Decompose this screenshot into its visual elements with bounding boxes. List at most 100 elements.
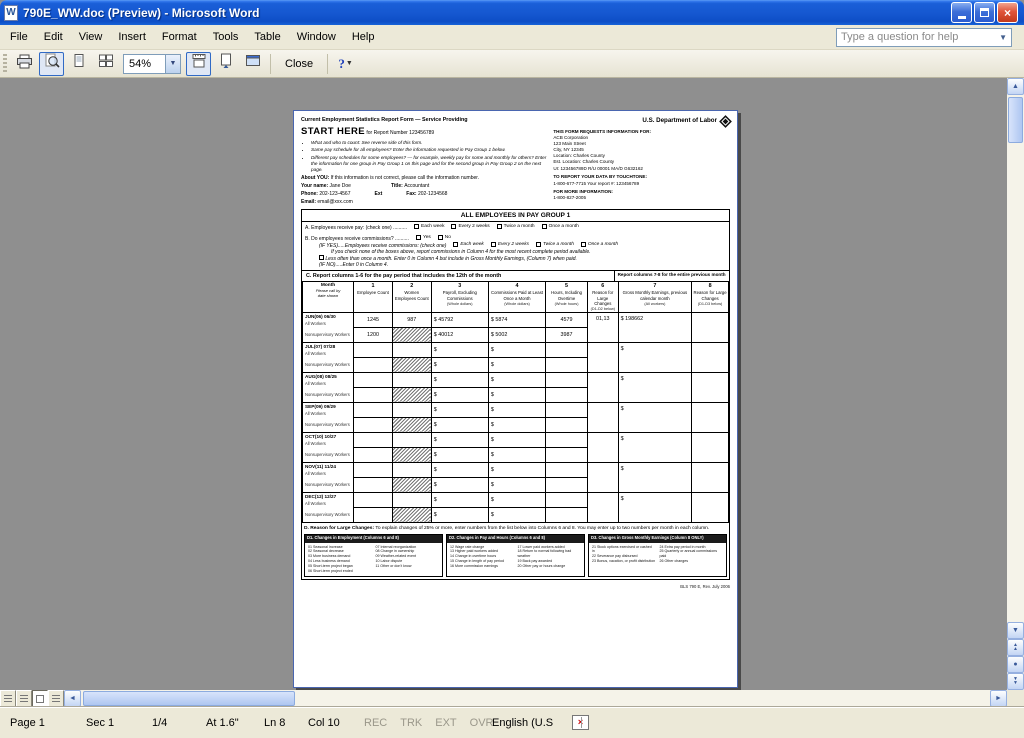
status-flag[interactable]: EXT [435, 717, 456, 729]
commission-frequency-option[interactable]: Twice a month [536, 242, 574, 247]
data-cell[interactable] [546, 507, 588, 522]
scroll-up-button[interactable]: ▲ [1007, 78, 1024, 95]
checkbox-icon[interactable] [453, 242, 458, 247]
data-cell[interactable]: 3987 [546, 327, 588, 342]
help-question-box[interactable]: Type a question for help ▼ [836, 28, 1012, 47]
status-flag[interactable]: TRK [400, 717, 422, 729]
data-cell[interactable] [354, 462, 393, 477]
data-cell[interactable] [392, 387, 431, 402]
data-cell[interactable] [392, 462, 431, 477]
help-button[interactable]: ? ▼ [333, 52, 358, 76]
multiple-pages-button[interactable] [93, 52, 118, 76]
menu-table[interactable]: Table [246, 27, 288, 47]
data-cell[interactable] [392, 432, 431, 447]
reason-cell[interactable] [587, 492, 618, 522]
select-browse-object-button[interactable]: ● [1007, 656, 1024, 673]
data-cell[interactable]: $ [488, 402, 545, 417]
reason-cell[interactable]: 01,13 [587, 312, 618, 342]
outline-view-button[interactable] [48, 690, 64, 707]
minimize-button[interactable] [951, 2, 972, 23]
checkbox-icon[interactable] [416, 235, 421, 240]
data-cell[interactable] [546, 357, 588, 372]
data-cell[interactable]: $ [488, 477, 545, 492]
checkbox-icon[interactable] [438, 235, 443, 240]
data-cell[interactable]: $ [488, 507, 545, 522]
data-cell[interactable] [354, 372, 393, 387]
data-cell[interactable] [546, 402, 588, 417]
reason-cell[interactable] [692, 432, 729, 462]
dropdown-arrow-icon[interactable]: ▼ [999, 33, 1007, 42]
reason-cell[interactable] [692, 402, 729, 432]
checkbox-icon[interactable] [451, 224, 456, 229]
data-cell[interactable] [354, 402, 393, 417]
data-cell[interactable]: 987 [392, 312, 431, 327]
data-cell[interactable]: $ [431, 432, 488, 447]
data-cell[interactable]: $ [431, 372, 488, 387]
shrink-to-fit-button[interactable] [213, 52, 238, 76]
data-cell[interactable] [546, 417, 588, 432]
data-cell[interactable] [354, 357, 393, 372]
reason-cell[interactable] [692, 312, 729, 342]
data-cell[interactable]: $ [431, 357, 488, 372]
gross-earnings-cell[interactable]: $ [618, 402, 692, 432]
title-bar[interactable]: W 790E_WW.doc (Preview) - Microsoft Word… [0, 0, 1024, 25]
data-cell[interactable] [392, 402, 431, 417]
month-cell[interactable]: SEP(09) 09/29All WorkersNonsupervisory W… [303, 402, 354, 432]
data-cell[interactable] [354, 387, 393, 402]
data-cell[interactable] [392, 417, 431, 432]
month-cell[interactable]: JUN(06) 06/30All WorkersNonsupervisory W… [303, 312, 354, 342]
status-language[interactable]: English (U.S [492, 717, 553, 729]
checkbox-icon[interactable] [542, 224, 547, 229]
vertical-scrollbar[interactable]: ▲ ▼ ▲▲ ● ▼▼ [1007, 78, 1024, 690]
data-cell[interactable] [546, 477, 588, 492]
pay-frequency-option[interactable]: Once a month [542, 224, 579, 229]
data-cell[interactable] [546, 462, 588, 477]
reason-cell[interactable] [587, 462, 618, 492]
checkbox-icon[interactable] [497, 224, 502, 229]
data-cell[interactable] [354, 447, 393, 462]
data-cell[interactable]: $ [431, 447, 488, 462]
reason-cell[interactable] [692, 492, 729, 522]
data-cell[interactable] [546, 372, 588, 387]
gross-earnings-cell[interactable]: $ [618, 372, 692, 402]
gross-earnings-cell[interactable]: $ [618, 492, 692, 522]
data-cell[interactable] [392, 447, 431, 462]
menu-insert[interactable]: Insert [110, 27, 154, 47]
data-cell[interactable] [546, 387, 588, 402]
gross-earnings-cell[interactable]: $ [618, 432, 692, 462]
normal-view-button[interactable] [0, 690, 16, 707]
data-cell[interactable]: $ [431, 417, 488, 432]
spelling-status-icon[interactable]: × [572, 715, 589, 730]
month-cell[interactable]: DEC(12) 12/27All WorkersNonsupervisory W… [303, 492, 354, 522]
data-cell[interactable] [354, 342, 393, 357]
magnifier-button[interactable] [39, 52, 64, 76]
data-cell[interactable] [546, 342, 588, 357]
print-button[interactable] [12, 52, 37, 76]
data-cell[interactable] [354, 432, 393, 447]
close-preview-button[interactable]: Close [276, 54, 322, 74]
data-cell[interactable] [546, 492, 588, 507]
reason-cell[interactable] [587, 402, 618, 432]
commissions-yn-option[interactable]: Yes [416, 235, 431, 240]
gross-earnings-cell[interactable]: $ [618, 342, 692, 372]
horizontal-scroll-thumb[interactable] [83, 691, 295, 706]
data-cell[interactable]: $ [431, 342, 488, 357]
data-cell[interactable]: $ [488, 357, 545, 372]
data-cell[interactable] [546, 447, 588, 462]
month-cell[interactable]: AUG(08) 08/25All WorkersNonsupervisory W… [303, 372, 354, 402]
commission-frequency-option[interactable]: Every 2 weeks [491, 242, 529, 247]
menu-help[interactable]: Help [344, 27, 383, 47]
menu-format[interactable]: Format [154, 27, 205, 47]
pay-frequency-option[interactable]: Each week [414, 224, 444, 229]
checkbox-icon[interactable] [581, 242, 586, 247]
status-mode-flags[interactable]: RECTRKEXTOVR [364, 717, 493, 729]
data-cell[interactable] [392, 327, 431, 342]
gross-earnings-cell[interactable]: $ [618, 462, 692, 492]
data-cell[interactable] [354, 417, 393, 432]
data-cell[interactable]: $ [488, 372, 545, 387]
reason-cell[interactable] [692, 372, 729, 402]
reason-cell[interactable] [692, 462, 729, 492]
menu-tools[interactable]: Tools [205, 27, 247, 47]
status-flag[interactable]: REC [364, 717, 387, 729]
data-cell[interactable]: $ [431, 387, 488, 402]
